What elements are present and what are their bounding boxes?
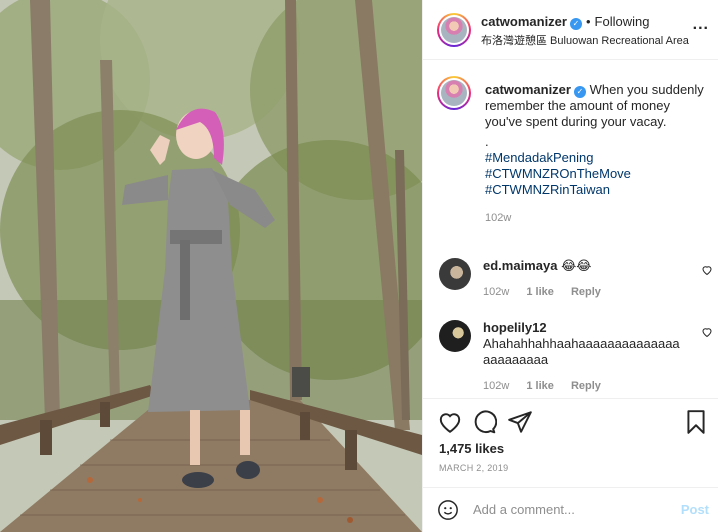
separator-dot: •: [585, 14, 591, 29]
add-comment-input[interactable]: [473, 502, 663, 517]
comment-age[interactable]: 102w: [483, 286, 509, 298]
caption-text-block: catwomanizer ✓ When you suddenly remember…: [485, 82, 707, 226]
post-actions: 1,475 likes MARCH 2, 2019 Post: [423, 398, 718, 532]
comment-username[interactable]: ed.maimaya: [483, 258, 557, 273]
author-avatar[interactable]: [437, 13, 471, 47]
comment-meta: 102w 1 like Reply: [483, 380, 615, 392]
post-details-panel: catwomanizer ✓ • Following 布洛灣遊憩區 Buluowan …: [422, 0, 718, 532]
header-user-line: catwomanizer ✓ • Following: [481, 14, 649, 30]
location-link[interactable]: 布洛灣遊憩區 Buluowan Recreational Area: [481, 32, 689, 48]
comment-icon[interactable]: [471, 409, 497, 435]
like-count[interactable]: 1,475 likes: [439, 441, 504, 456]
post-date[interactable]: MARCH 2, 2019: [439, 463, 508, 473]
post-header: catwomanizer ✓ • Following 布洛灣遊憩區 Buluowan …: [423, 0, 718, 60]
add-comment-bar: Post: [423, 487, 718, 532]
hashtag-link[interactable]: #CTWMNZROnTheMove: [485, 166, 707, 182]
caption-author-avatar[interactable]: [437, 76, 471, 110]
instagram-post: catwomanizer ✓ • Following 布洛灣遊憩區 Buluowan …: [0, 0, 718, 532]
photo-illustration: [0, 0, 422, 532]
reply-button[interactable]: Reply: [571, 286, 601, 298]
hashtag-link[interactable]: #CTWMNZRinTaiwan: [485, 182, 707, 198]
reply-button[interactable]: Reply: [571, 380, 601, 392]
more-options-icon[interactable]: ...: [693, 16, 709, 34]
bookmark-icon[interactable]: [683, 409, 709, 435]
commenter-avatar[interactable]: [439, 258, 471, 290]
comment-text: 😂😂: [561, 258, 592, 273]
caption-dot: .: [485, 134, 489, 149]
post-comment-button[interactable]: Post: [681, 502, 709, 517]
comment-likes[interactable]: 1 like: [526, 380, 554, 392]
comment-heart-icon[interactable]: [701, 264, 713, 276]
comment-item: ed.maimaya 😂😂 102w 1 like Reply: [437, 258, 712, 308]
paper-plane-icon[interactable]: [507, 409, 533, 435]
comment-likes[interactable]: 1 like: [526, 286, 554, 298]
comment-body: hopelily12 Ahahahhahhaahaaaaaaaaaaaaaaaa…: [483, 320, 683, 368]
verified-badge-icon: ✓: [573, 86, 586, 98]
comment-item: hopelily12 Ahahahhahhaahaaaaaaaaaaaaaaaa…: [437, 320, 712, 394]
heart-icon[interactable]: [437, 409, 463, 435]
caption-username[interactable]: catwomanizer: [485, 82, 571, 97]
comment-heart-icon[interactable]: [701, 326, 713, 338]
post-photo[interactable]: [0, 0, 422, 532]
commenter-avatar[interactable]: [439, 320, 471, 352]
following-button[interactable]: Following: [595, 14, 650, 29]
author-username[interactable]: catwomanizer: [481, 14, 567, 29]
hashtag-link[interactable]: #MendadakPening: [485, 150, 707, 166]
caption-age[interactable]: 102w: [485, 210, 707, 226]
comment-text: Ahahahhahhaahaaaaaaaaaaaaaaaaaaaaaaa: [483, 336, 680, 367]
comment-age[interactable]: 102w: [483, 380, 509, 392]
comment-username[interactable]: hopelily12: [483, 320, 547, 335]
comment-body: ed.maimaya 😂😂: [483, 258, 683, 274]
comment-meta: 102w 1 like Reply: [483, 286, 615, 298]
smiley-icon[interactable]: [437, 499, 459, 521]
verified-badge-icon: ✓: [569, 18, 582, 30]
